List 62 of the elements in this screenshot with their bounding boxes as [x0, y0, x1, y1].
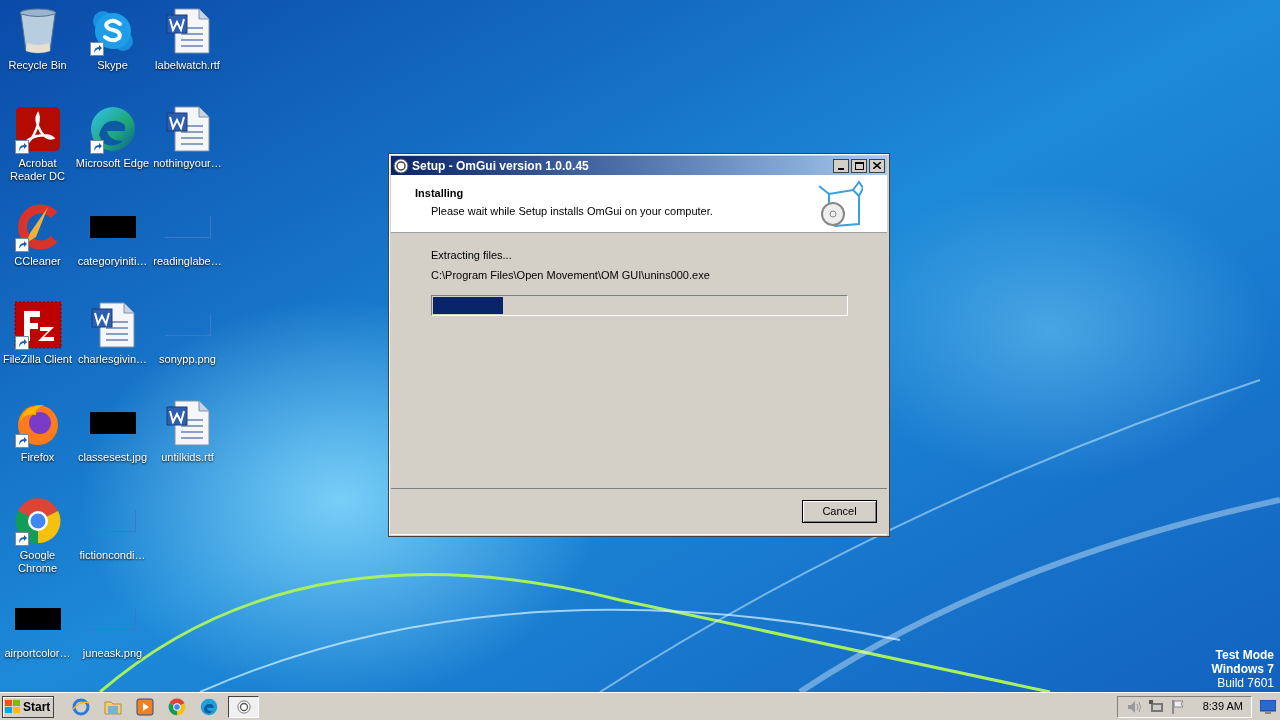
- recycle-bin-icon: [17, 7, 58, 55]
- desktop-icon-label[interactable]: readinglabe…: [150, 255, 225, 268]
- desktop-icon-label[interactable]: Google Chrome: [0, 549, 75, 575]
- document-icon: [164, 7, 211, 55]
- desktop-icon-label[interactable]: sonypp.png: [150, 353, 225, 366]
- document-icon: [164, 399, 211, 447]
- minimize-button[interactable]: [833, 158, 849, 173]
- windows-logo-icon: [5, 699, 21, 714]
- desktop-icon-label[interactable]: categoryiniti…: [75, 255, 150, 268]
- browser-wave-icon: [88, 105, 137, 153]
- chrome-browser-icon[interactable]: [168, 697, 186, 716]
- desktop-icon-label[interactable]: juneask.png: [75, 647, 150, 660]
- globe-e-icon[interactable]: [72, 697, 90, 716]
- app-logo-icon: [236, 699, 251, 714]
- image-thumbnail: [89, 510, 136, 532]
- flag-icon[interactable]: [1170, 698, 1186, 715]
- document-icon: [164, 105, 211, 153]
- close-icon: [873, 162, 881, 169]
- start-button[interactable]: Start: [2, 695, 54, 718]
- taskbar-window-button[interactable]: [228, 695, 259, 718]
- desktop-icon-label[interactable]: Skype: [75, 59, 150, 72]
- browser-wave-icon[interactable]: [200, 697, 218, 716]
- cancel-button[interactable]: Cancel: [802, 500, 877, 523]
- show-desktop-icon[interactable]: [1260, 699, 1276, 714]
- image-thumbnail: [164, 314, 211, 336]
- maximize-icon: [854, 161, 864, 170]
- desktop-icon-label[interactable]: classesest.jpg: [75, 451, 150, 464]
- desktop-icon-label[interactable]: charlesgivin…: [75, 353, 150, 366]
- document-icon: [89, 301, 136, 349]
- system-info-text: Test Mode: [1215, 648, 1274, 662]
- file-path-text: C:\Program Files\Open Movement\OM GUI\unins000.exe: [431, 267, 711, 283]
- status-text: Extracting files...: [431, 248, 513, 263]
- desktop-icon-label[interactable]: FileZilla Client: [0, 353, 75, 366]
- image-thumbnail: [164, 216, 211, 238]
- desktop-icon-label[interactable]: Recycle Bin: [0, 59, 75, 72]
- clock[interactable]: 8:39 AM: [1202, 698, 1243, 715]
- image-thumbnail: [89, 608, 136, 630]
- close-button[interactable]: [869, 158, 885, 173]
- window-title: Setup - OmGui version 1.0.0.45: [412, 157, 589, 175]
- system-info-text: Windows 7: [1211, 662, 1274, 676]
- image-thumbnail: [89, 216, 136, 238]
- system-info-text: Build 7601: [1217, 676, 1274, 690]
- image-thumbnail: [14, 608, 61, 630]
- step-description: Please wait while Setup installs OmGui on your computer.: [430, 203, 713, 219]
- desktop-icon-label[interactable]: untilkids.rtf: [150, 451, 225, 464]
- media-player-icon[interactable]: [136, 697, 154, 716]
- desktop-icon-label[interactable]: Microsoft Edge: [75, 157, 150, 170]
- desktop-icon-label[interactable]: airportcolor…: [0, 647, 75, 660]
- step-heading: Installing: [415, 186, 465, 201]
- network-icon[interactable]: [1148, 698, 1164, 715]
- minimize-icon: [838, 167, 844, 170]
- chat-app-icon: [90, 9, 135, 53]
- desktop-icon-label[interactable]: Acrobat Reader DC: [0, 157, 75, 183]
- desktop-icon-label[interactable]: labelwatch.rtf: [150, 59, 225, 72]
- desktop-icon-label[interactable]: fictioncondi…: [75, 549, 150, 562]
- desktop-icon-label[interactable]: Firefox: [0, 451, 75, 464]
- image-thumbnail: [89, 412, 136, 434]
- chrome-browser-icon: [13, 497, 62, 545]
- maximize-button[interactable]: [851, 158, 867, 173]
- desktop-icon-label[interactable]: nothingyour…: [150, 157, 225, 170]
- desktop-icon-label[interactable]: CCleaner: [0, 255, 75, 268]
- file-transfer-icon: [13, 301, 62, 349]
